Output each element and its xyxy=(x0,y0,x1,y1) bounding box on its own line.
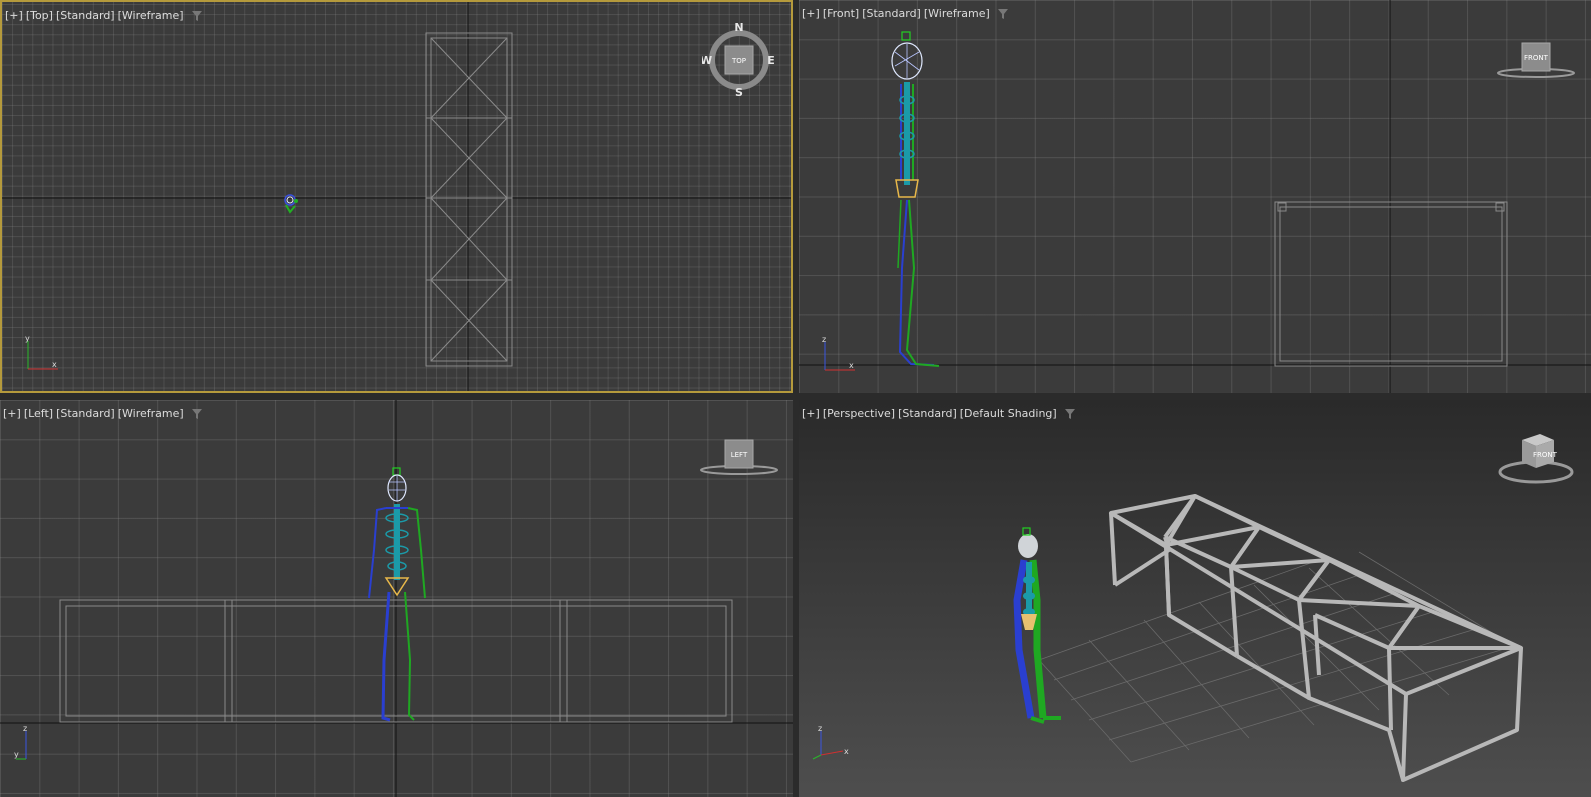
left-viewport[interactable]: [+] [Left] [Standard] [Wireframe] LEFT z… xyxy=(0,400,793,797)
viewport-shading-preset[interactable]: [Standard] xyxy=(898,407,957,420)
viewport-label-top: [+] [Top] [Standard] [Wireframe] xyxy=(5,9,203,22)
svg-text:z: z xyxy=(822,336,826,344)
viewport-menu-plus[interactable]: [+] xyxy=(3,407,21,420)
viewport-menu-plus[interactable]: [+] xyxy=(802,407,820,420)
biped-perspective xyxy=(1013,527,1061,724)
left-view-scene xyxy=(0,400,793,797)
viewport-point-of-view[interactable]: [Left] xyxy=(24,407,53,420)
axis-tripod-left: z y xyxy=(14,725,27,760)
viewport-point-of-view[interactable]: [Front] xyxy=(823,7,859,20)
filter-funnel-icon[interactable] xyxy=(1064,408,1076,420)
biped-left xyxy=(368,467,426,722)
svg-text:z: z xyxy=(23,725,27,733)
svg-text:y: y xyxy=(25,335,30,343)
viewport-label-perspective: [+] [Perspective] [Standard] [Default Sh… xyxy=(802,407,1076,420)
viewport-shading-preset[interactable]: [Standard] xyxy=(56,407,115,420)
filter-funnel-icon[interactable] xyxy=(191,10,203,22)
compass-north: N xyxy=(734,22,743,34)
viewport-menu-plus[interactable]: [+] xyxy=(802,7,820,20)
viewport-shading-mode[interactable]: [Wireframe] xyxy=(118,407,184,420)
viewport-shading-mode[interactable]: [Wireframe] xyxy=(924,7,990,20)
truss-wireframe-front xyxy=(1274,201,1508,367)
viewcube-left[interactable]: LEFT xyxy=(697,437,781,477)
top-view-scene xyxy=(2,2,791,391)
svg-text:x: x xyxy=(844,747,849,756)
svg-text:TOP: TOP xyxy=(731,57,746,65)
ground-grid xyxy=(1038,551,1515,763)
axis-tripod-perspective: z x xyxy=(812,725,849,760)
compass-south: S xyxy=(735,86,743,98)
viewport-point-of-view[interactable]: [Top] xyxy=(26,9,53,22)
svg-text:y: y xyxy=(14,750,19,759)
viewport-shading-mode[interactable]: [Default Shading] xyxy=(960,407,1057,420)
viewport-label-left: [+] [Left] [Standard] [Wireframe] xyxy=(3,407,203,420)
filter-funnel-icon[interactable] xyxy=(997,8,1009,20)
truss-perspective xyxy=(1109,494,1523,782)
viewport-shading-mode[interactable]: [Wireframe] xyxy=(118,9,184,22)
front-view-scene xyxy=(799,0,1591,393)
compass-east: E xyxy=(767,54,775,67)
front-viewport[interactable]: [+] [Front] [Standard] [Wireframe] FRONT… xyxy=(799,0,1591,393)
viewport-shading-preset[interactable]: [Standard] xyxy=(862,7,921,20)
viewcube-perspective[interactable]: FRONT xyxy=(1494,430,1578,490)
svg-text:FRONT: FRONT xyxy=(1524,54,1549,62)
truss-wireframe-top xyxy=(425,32,513,367)
viewport-shading-preset[interactable]: [Standard] xyxy=(56,9,115,22)
svg-text:FRONT: FRONT xyxy=(1533,451,1558,459)
viewcube-front[interactable]: FRONT xyxy=(1494,40,1578,80)
svg-text:x: x xyxy=(52,360,57,369)
perspective-view-scene xyxy=(1013,494,1523,782)
viewport-point-of-view[interactable]: [Perspective] xyxy=(823,407,895,420)
viewport-label-front: [+] [Front] [Standard] [Wireframe] xyxy=(802,7,1009,20)
top-viewport[interactable]: [+] [Top] [Standard] [Wireframe] TOP N S… xyxy=(0,0,793,393)
biped-front xyxy=(891,31,940,367)
svg-text:z: z xyxy=(818,725,822,733)
axis-tripod-front: z x xyxy=(822,336,855,371)
filter-funnel-icon[interactable] xyxy=(191,408,203,420)
svg-text:LEFT: LEFT xyxy=(731,451,748,459)
viewport-menu-plus[interactable]: [+] xyxy=(5,9,23,22)
svg-text:x: x xyxy=(849,361,854,370)
axis-tripod-top: y x xyxy=(25,335,58,370)
compass-west: W xyxy=(702,54,712,67)
viewcube-compass-top[interactable]: TOP N S E W xyxy=(702,22,776,98)
perspective-viewport[interactable]: [+] [Perspective] [Standard] [Default Sh… xyxy=(799,400,1591,797)
